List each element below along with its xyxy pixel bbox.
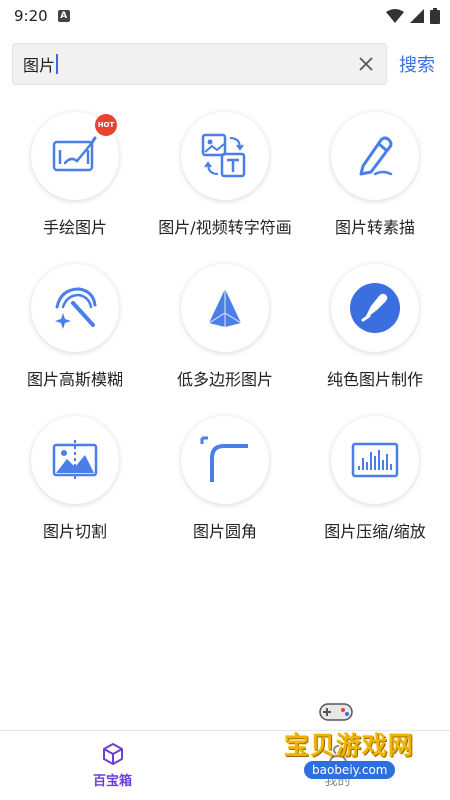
- status-icons: [386, 8, 440, 24]
- tool-icon-circle: [331, 112, 419, 200]
- tool-label: 低多边形图片: [176, 370, 273, 389]
- tool-label: 图片压缩/缩放: [324, 522, 426, 541]
- status-time: 9:20: [14, 7, 48, 25]
- tool-label: 图片/视频转字符画: [158, 218, 292, 237]
- hot-badge: HOT: [95, 114, 117, 136]
- image-to-text-icon: [201, 133, 246, 178]
- bottom-nav: 百宝箱 我的: [0, 730, 450, 800]
- tool-label: 图片高斯模糊: [26, 370, 123, 389]
- tab-toolbox-label: 百宝箱: [92, 774, 132, 789]
- tool-gaussian-blur[interactable]: 图片高斯模糊: [0, 264, 150, 416]
- tool-label: 图片切割: [42, 522, 107, 541]
- battery-icon: [430, 8, 440, 24]
- search-input-value: 图片: [23, 56, 56, 75]
- wifi-icon: [386, 9, 404, 23]
- tool-image-to-ascii[interactable]: 图片/视频转字符画: [150, 112, 300, 264]
- tool-label: 手绘图片: [42, 218, 107, 237]
- tab-mine[interactable]: 我的: [225, 731, 450, 800]
- tool-image-to-sketch[interactable]: 图片转素描: [300, 112, 450, 264]
- tool-icon-circle: HOT: [31, 112, 119, 200]
- tool-icon-circle: [181, 264, 269, 352]
- polygon-icon: [208, 289, 242, 327]
- paint-brush-icon: [350, 283, 400, 333]
- tool-image-split[interactable]: 图片切割: [0, 416, 150, 568]
- tool-icon-circle: [181, 416, 269, 504]
- status-bar: 9:20 A: [0, 0, 450, 32]
- notification-icon: A: [57, 10, 70, 22]
- text-cursor: [56, 54, 59, 74]
- tool-rounded-corner[interactable]: 图片圆角: [150, 416, 300, 568]
- tab-mine-label: 我的: [324, 774, 351, 789]
- clear-icon[interactable]: [356, 54, 376, 74]
- search-row: 图片 搜索: [12, 43, 442, 85]
- tool-label: 图片圆角: [192, 522, 257, 541]
- tool-hand-drawing[interactable]: HOT 手绘图片: [0, 112, 150, 264]
- tool-icon-circle: [31, 416, 119, 504]
- image-compress-icon: [351, 442, 399, 478]
- tool-icon-circle: [331, 264, 419, 352]
- tab-toolbox[interactable]: 百宝箱: [0, 731, 225, 800]
- tool-icon-circle: [331, 416, 419, 504]
- tool-icon-circle: [31, 264, 119, 352]
- tool-grid: HOT 手绘图片 图片/视频转字符画 图片转素描 图片高斯模糊 低多边形图片 纯…: [0, 112, 450, 568]
- tool-low-poly[interactable]: 低多边形图片: [150, 264, 300, 416]
- drawing-tablet-icon: [52, 136, 97, 172]
- tool-label: 纯色图片制作: [326, 370, 423, 389]
- tool-icon-circle: [181, 112, 269, 200]
- search-input[interactable]: 图片: [12, 43, 387, 85]
- user-icon: [328, 745, 347, 764]
- magic-wand-icon: [55, 287, 97, 329]
- cube-icon: [102, 743, 123, 765]
- pencil-icon: [359, 136, 393, 176]
- image-split-icon: [52, 440, 98, 480]
- gamepad-icon: [319, 703, 353, 721]
- tool-image-compress[interactable]: 图片压缩/缩放: [300, 416, 450, 568]
- tool-solid-color[interactable]: 纯色图片制作: [300, 264, 450, 416]
- rounded-corner-icon: [200, 436, 248, 482]
- search-button[interactable]: 搜索: [399, 51, 435, 77]
- tool-label: 图片转素描: [334, 218, 415, 237]
- signal-icon: [410, 9, 424, 23]
